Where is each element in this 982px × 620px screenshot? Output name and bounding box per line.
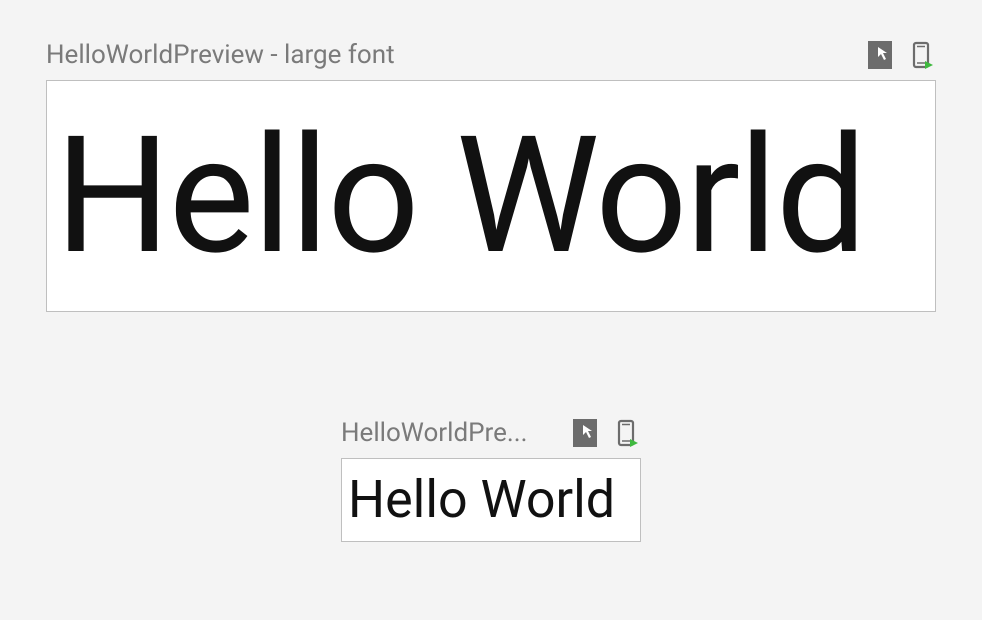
preview-canvas[interactable]: Hello World — [46, 80, 936, 312]
preview-content-text: Hello World — [55, 115, 865, 277]
preview-small-container: HelloWorldPre... — [46, 418, 936, 542]
interactive-mode-button[interactable] — [571, 419, 599, 447]
preview-actions — [571, 419, 641, 447]
interactive-mode-icon — [573, 419, 597, 447]
interactive-mode-button[interactable] — [866, 41, 894, 69]
preview-small: HelloWorldPre... — [341, 418, 641, 542]
deploy-to-device-button[interactable] — [613, 419, 641, 447]
preview-canvas[interactable]: Hello World — [341, 458, 641, 542]
preview-header: HelloWorldPreview - large font — [46, 40, 936, 70]
preview-actions — [866, 41, 936, 69]
preview-header: HelloWorldPre... — [341, 418, 641, 448]
deploy-to-device-icon — [910, 41, 934, 69]
preview-large: HelloWorldPreview - large font Hello Wor… — [46, 40, 936, 312]
deploy-to-device-button[interactable] — [908, 41, 936, 69]
preview-title: HelloWorldPreview - large font — [46, 40, 395, 70]
interactive-mode-icon — [868, 41, 892, 69]
preview-title: HelloWorldPre... — [341, 418, 527, 448]
deploy-to-device-icon — [615, 419, 639, 447]
preview-content-text: Hello World — [348, 474, 615, 526]
